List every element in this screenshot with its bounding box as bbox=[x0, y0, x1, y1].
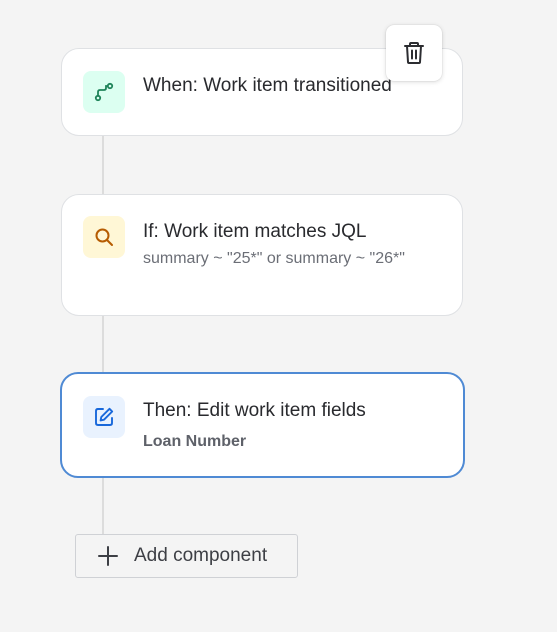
search-icon bbox=[83, 216, 125, 258]
add-component-button[interactable]: Add component bbox=[75, 534, 298, 578]
branch-icon bbox=[83, 71, 125, 113]
delete-button[interactable] bbox=[386, 25, 442, 81]
jql-query: summary ~ "25*" or summary ~ "26*" bbox=[143, 250, 405, 267]
flow-connector bbox=[102, 136, 104, 194]
condition-title: If: Work item matches JQL bbox=[143, 221, 367, 242]
plus-icon bbox=[95, 543, 121, 569]
action-card[interactable]: Then: Edit work item fields Loan Number bbox=[60, 372, 465, 478]
edit-icon bbox=[83, 396, 125, 438]
condition-card[interactable]: If: Work item matches JQL summary ~ "25*… bbox=[61, 194, 463, 316]
action-field: Loan Number bbox=[143, 433, 247, 450]
action-title: Then: Edit work item fields bbox=[143, 400, 366, 421]
trash-icon bbox=[403, 41, 425, 65]
flow-connector bbox=[102, 478, 104, 535]
trigger-title: When: Work item transitioned bbox=[143, 75, 392, 96]
flow-connector bbox=[102, 316, 104, 372]
add-component-label: Add component bbox=[134, 545, 268, 566]
